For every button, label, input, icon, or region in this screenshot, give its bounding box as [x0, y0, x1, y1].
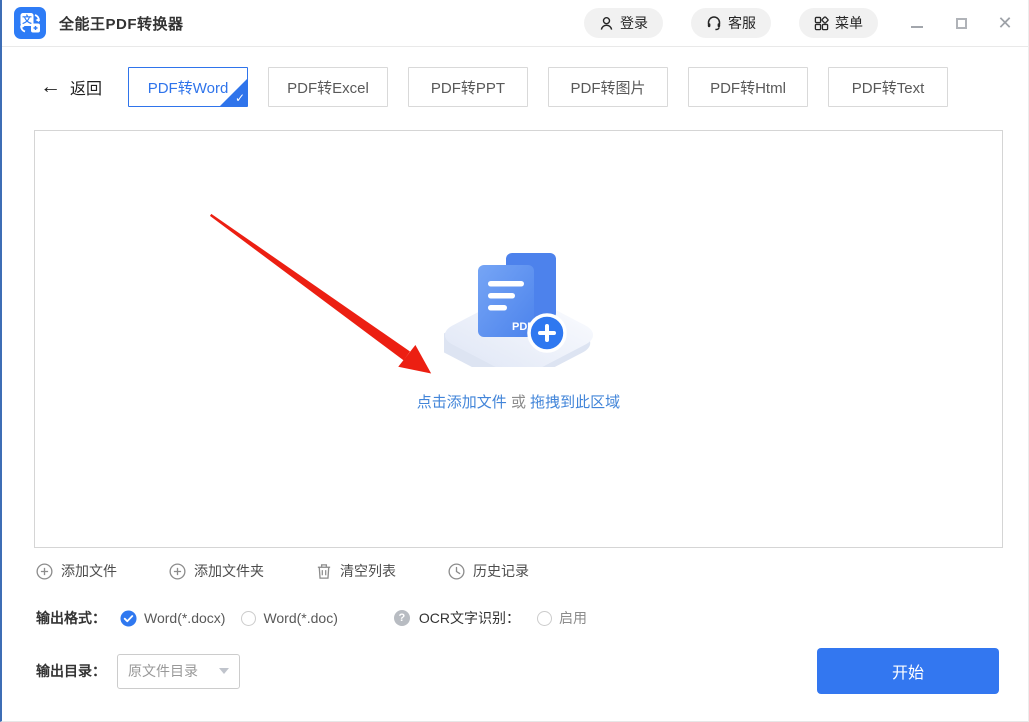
tab-pdf-to-image[interactable]: PDF转图片	[548, 67, 668, 107]
headset-icon	[706, 15, 722, 31]
radio-word-docx[interactable]: Word(*.docx)	[120, 610, 225, 627]
menu-label: 菜单	[835, 13, 863, 33]
add-folder-button[interactable]: 添加文件夹	[169, 561, 264, 581]
radio-checked-icon	[120, 610, 137, 627]
window-controls: ✕	[908, 14, 1014, 32]
tool-label: 历史记录	[473, 561, 529, 581]
file-actions-toolbar: 添加文件 添加文件夹 清空列表 历史记录	[36, 561, 529, 581]
tab-label: PDF转图片	[571, 77, 646, 98]
radio-label: Word(*.docx)	[144, 610, 225, 626]
tab-label: PDF转Word	[148, 77, 229, 98]
svg-text:文: 文	[21, 14, 32, 26]
back-button[interactable]: ← 返回	[40, 75, 102, 99]
circle-plus-icon	[169, 563, 186, 580]
or-text: 或	[511, 394, 526, 411]
title-bar: 文 全能王PDF转换器 登录	[2, 0, 1028, 47]
history-clock-icon	[448, 563, 465, 580]
tab-label: PDF转Excel	[287, 77, 369, 98]
output-dir-value: 原文件目录	[128, 661, 198, 681]
file-drop-zone[interactable]: PDF 点击添加文件 或 拖拽到此区域	[34, 130, 1003, 548]
start-button[interactable]: 开始	[817, 648, 999, 694]
radio-word-doc[interactable]: Word(*.doc)	[241, 610, 337, 626]
dropzone-hint: 点击添加文件 或 拖拽到此区域	[417, 391, 620, 412]
maximize-button[interactable]	[952, 14, 970, 32]
tab-pdf-to-html[interactable]: PDF转Html	[688, 67, 808, 107]
tool-label: 添加文件夹	[194, 561, 264, 581]
output-format-row: 输出格式： Word(*.docx) Word(*.doc) ? OCR文字识别…	[36, 608, 587, 628]
check-icon: ✓	[235, 91, 245, 105]
back-arrow-icon: ←	[40, 77, 61, 97]
ocr-group: ? OCR文字识别： 启用	[394, 608, 587, 628]
radio-label: Word(*.doc)	[263, 610, 337, 626]
tab-label: PDF转Text	[852, 77, 925, 98]
minimize-button[interactable]	[908, 14, 926, 32]
login-button[interactable]: 登录	[584, 8, 663, 38]
tab-pdf-to-text[interactable]: PDF转Text	[828, 67, 948, 107]
person-icon	[599, 16, 614, 31]
ocr-enable-label: 启用	[559, 608, 587, 628]
login-label: 登录	[620, 13, 648, 33]
add-pdf-illustration-icon: PDF	[444, 247, 594, 367]
history-button[interactable]: 历史记录	[448, 561, 529, 581]
tab-label: PDF转Html	[710, 77, 786, 98]
conversion-tab-bar: ← 返回 PDF转Word ✓ PDF转Excel PDF转PPT PDF转图片…	[2, 47, 1028, 107]
radio-unchecked-icon	[241, 611, 256, 626]
menu-button[interactable]: 菜单	[799, 8, 878, 38]
format-label: 输出格式：	[36, 608, 106, 628]
radio-unchecked-icon	[537, 611, 552, 626]
tabs: PDF转Word ✓ PDF转Excel PDF转PPT PDF转图片 PDF转…	[128, 67, 948, 107]
tool-label: 清空列表	[340, 561, 396, 581]
help-question-icon[interactable]: ?	[394, 610, 410, 626]
output-dir-select[interactable]: 原文件目录	[117, 654, 240, 689]
support-label: 客服	[728, 13, 756, 33]
app-title: 全能王PDF转换器	[59, 13, 184, 34]
tab-pdf-to-excel[interactable]: PDF转Excel	[268, 67, 388, 107]
add-files-link[interactable]: 点击添加文件	[417, 394, 507, 411]
apps-grid-icon	[814, 16, 829, 31]
drag-here-link[interactable]: 拖拽到此区域	[530, 394, 620, 411]
add-file-button[interactable]: 添加文件	[36, 561, 117, 581]
tab-pdf-to-ppt[interactable]: PDF转PPT	[408, 67, 528, 107]
close-button[interactable]: ✕	[996, 14, 1014, 32]
support-button[interactable]: 客服	[691, 8, 771, 38]
output-dir-label: 输出目录：	[36, 661, 106, 681]
chevron-down-icon	[219, 668, 229, 674]
trash-icon	[316, 563, 332, 580]
app-window: 文 全能王PDF转换器 登录	[0, 0, 1029, 722]
back-label: 返回	[70, 75, 102, 99]
clear-list-button[interactable]: 清空列表	[316, 561, 396, 581]
circle-plus-icon	[36, 563, 53, 580]
tab-pdf-to-word[interactable]: PDF转Word ✓	[128, 67, 248, 107]
ocr-label: OCR文字识别：	[419, 608, 520, 628]
tab-label: PDF转PPT	[431, 77, 505, 98]
tool-label: 添加文件	[61, 561, 117, 581]
ocr-enable-radio[interactable]: 启用	[537, 608, 587, 628]
output-directory-row: 输出目录： 原文件目录 开始	[36, 648, 999, 694]
app-logo-icon: 文	[14, 7, 46, 39]
